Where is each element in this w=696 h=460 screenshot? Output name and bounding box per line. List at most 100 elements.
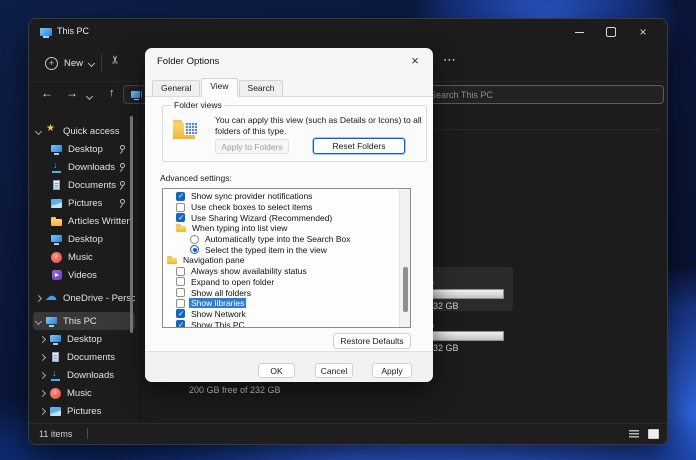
advanced-setting-row[interactable]: Show Network [163,309,410,320]
sidebar-item-documents[interactable]: Documents [33,348,135,366]
close-button[interactable]: × [627,19,659,45]
maximize-button[interactable] [595,19,627,45]
chevron-right-icon[interactable] [35,294,42,301]
sidebar-item-music[interactable]: Music [33,248,135,266]
checkbox-icon[interactable] [176,288,185,297]
tab-general[interactable]: General [152,80,200,96]
apply-to-folders-button[interactable]: Apply to Folders [215,139,289,154]
reset-folders-button[interactable]: Reset Folders [313,138,405,154]
advanced-setting-row[interactable]: Automatically type into the Search Box [163,234,410,245]
sidebar-item-onedrive[interactable]: OneDrive - Person [33,289,135,307]
advanced-setting-row[interactable]: Select the typed item in the view [163,244,410,255]
sidebar-item-desktop[interactable]: Desktop [33,330,135,348]
up-button[interactable]: ↑ [109,87,115,99]
dialog-footer: OK Cancel Apply [145,351,433,382]
chevron-right-icon[interactable] [39,371,46,378]
picture-icon [51,198,62,209]
list-scrollbar-thumb[interactable] [403,267,408,312]
sidebar-item-pictures[interactable]: Pictures [33,194,135,212]
details-view-icon [629,430,639,439]
advanced-setting-row[interactable]: Always show availability status [163,266,410,277]
sidebar-item-videos[interactable]: Videos [33,266,135,284]
window-title: This PC [57,26,89,36]
music-icon [51,252,62,263]
folder-views-group: Folder views You can apply this view (su… [162,105,427,162]
search-input[interactable] [421,85,664,104]
sidebar-item-documents[interactable]: Documents [33,176,135,194]
advanced-setting-row[interactable]: Use check boxes to select items [163,202,410,213]
checkbox-icon[interactable] [176,192,185,201]
see-more-button[interactable]: ⋯ [443,52,457,68]
tab-view[interactable]: View [201,78,237,97]
checkbox-icon[interactable] [176,267,185,276]
sidebar-item-this-pc[interactable]: This PC [33,312,135,330]
large-icons-view-button[interactable] [646,428,660,440]
advanced-setting-row[interactable]: Show sync provider notifications [163,191,410,202]
sidebar-item-pictures[interactable]: Pictures [33,402,135,420]
dialog-close-button[interactable]: × [407,52,423,68]
chevron-right-icon[interactable] [39,389,46,396]
sidebar-item-music[interactable]: Music [33,384,135,402]
folder-options-dialog: Folder Options × GeneralViewSearch Folde… [145,48,433,382]
advanced-setting-row[interactable]: Show all folders [163,287,410,298]
sidebar-item-label: Documents [68,180,116,191]
folder-views-description: You can apply this view (such as Details… [215,115,423,136]
sidebar-scrollbar[interactable] [130,116,133,333]
chevron-down-icon[interactable] [35,317,42,324]
advanced-setting-row[interactable]: Use Sharing Wizard (Recommended) [163,212,410,223]
sidebar-item-quick-access[interactable]: Quick access [33,122,135,140]
list-scrollbar[interactable] [399,189,410,327]
sidebar-item-desktop[interactable]: Desktop [33,140,135,158]
new-button[interactable]: + New [39,52,100,74]
sidebar-item-label: Desktop [67,334,102,345]
checkbox-icon[interactable] [176,213,185,222]
pin-icon [117,145,126,154]
back-button[interactable]: ← [41,86,53,100]
star-icon [46,126,57,137]
advanced-setting-label: Show all folders [189,288,253,298]
details-view-button[interactable] [627,428,641,440]
items-count: 11 items [39,429,72,439]
restore-defaults-button[interactable]: Restore Defaults [333,333,411,349]
sidebar-item-label: Downloads [67,370,114,381]
sidebar-item-downloads[interactable]: Downloads [33,158,135,176]
sidebar-item-articles-written[interactable]: Articles Written [33,212,135,230]
chevron-right-icon[interactable] [39,353,46,360]
advanced-setting-row[interactable]: Expand to open folder [163,277,410,288]
sidebar-item-downloads[interactable]: Downloads [33,366,135,384]
advanced-setting-label: Automatically type into the Search Box [203,234,353,244]
radio-icon[interactable] [190,235,199,244]
advanced-setting-label: Show Network [189,309,248,319]
sidebar-item-desktop[interactable]: Desktop [33,230,135,248]
advanced-setting-label: Use Sharing Wizard (Recommended) [189,213,334,223]
chevron-right-icon[interactable] [39,407,46,414]
apply-button[interactable]: Apply [372,363,412,378]
advanced-setting-label: Show libraries [189,298,246,308]
chevron-right-icon[interactable] [39,335,46,342]
checkbox-icon[interactable] [176,203,185,212]
recent-locations-chevron-icon[interactable] [86,93,93,100]
checkbox-icon[interactable] [176,277,185,286]
chevron-down-icon[interactable] [35,127,42,134]
advanced-setting-row[interactable]: Show libraries [163,298,410,309]
minimize-button[interactable] [563,19,595,45]
advanced-setting-label: When typing into list view [190,223,289,233]
advanced-setting-label: Use check boxes to select items [189,202,314,212]
tab-search[interactable]: Search [239,80,284,96]
pin-icon [117,181,126,190]
cut-icon[interactable]: ✂ [109,55,122,64]
cancel-button[interactable]: Cancel [315,363,353,378]
advanced-setting-row[interactable]: Navigation pane [163,255,410,266]
titlebar[interactable]: This PC × [29,19,667,46]
radio-icon[interactable] [190,245,199,254]
sidebar-item-label: Music [68,252,93,263]
checkbox-icon[interactable] [176,320,185,328]
large-icons-view-icon [648,429,659,439]
advanced-setting-row[interactable]: Show This PC [163,319,410,328]
checkbox-icon[interactable] [176,299,185,308]
checkbox-icon[interactable] [176,309,185,318]
ok-button[interactable]: OK [258,363,295,378]
advanced-setting-row[interactable]: When typing into list view [163,223,410,234]
forward-button[interactable]: → [66,86,78,100]
this-pc-icon [40,27,52,38]
